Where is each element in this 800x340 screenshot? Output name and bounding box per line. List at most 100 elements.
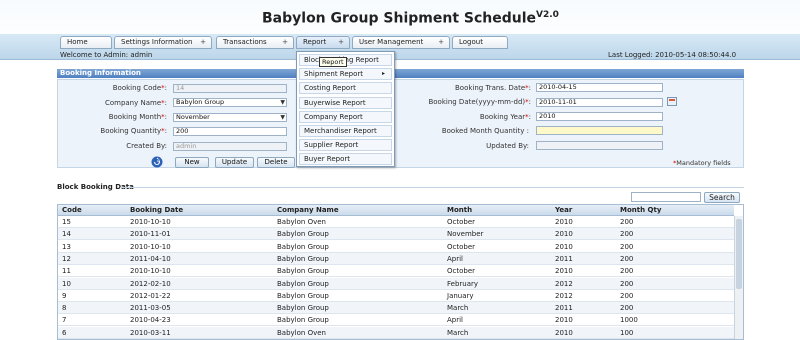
- label-colon: :: [528, 84, 531, 92]
- report-tooltip: Report: [319, 57, 347, 67]
- table-row[interactable]: 9 2012-01-22 Babylon Group January 2012 200: [58, 290, 734, 302]
- scrollbar-thumb[interactable]: [736, 219, 742, 289]
- plus-icon: +: [282, 38, 288, 46]
- search-input[interactable]: [631, 192, 701, 202]
- booking-year-field[interactable]: 2010: [536, 112, 663, 121]
- booking-month-select[interactable]: November ▼: [173, 113, 287, 122]
- report-menu-item-label: Merchandiser Report: [304, 127, 377, 135]
- tab-transactions[interactable]: Transactions +: [216, 36, 294, 49]
- table-cell: 2010-04-23: [130, 316, 171, 325]
- tab-home[interactable]: Home: [60, 36, 112, 49]
- table-cell: 2010-10-10: [130, 242, 171, 251]
- tab-logout-label: Logout: [459, 38, 483, 46]
- grid-header: Code Booking Date Company Name Month Yea…: [58, 205, 734, 216]
- col-year[interactable]: Year: [555, 205, 572, 216]
- table-cell: 200: [620, 291, 634, 300]
- table-cell: 2010: [555, 267, 573, 276]
- booking-quantity-field[interactable]: 200: [173, 127, 287, 136]
- table-cell: 2012-01-22: [130, 291, 171, 300]
- report-menu-item[interactable]: Buyer Report: [299, 153, 392, 166]
- booked-month-qty-label: Booked Month Quantity :: [441, 127, 529, 135]
- table-row[interactable]: 14 2010-11-01 Babylon Group November 2010 200: [58, 228, 734, 241]
- label-colon: :: [528, 98, 531, 106]
- label-colon: :: [164, 127, 167, 135]
- grid-title-divider: [120, 187, 744, 188]
- col-month-qty[interactable]: Month Qty: [620, 205, 661, 216]
- grid-scrollbar[interactable]: [734, 216, 743, 339]
- report-menu: Block Booking ReportShipment Report▸Cost…: [296, 51, 395, 167]
- table-cell: 13: [62, 242, 71, 251]
- trans-date-label-text: Booking Trans. Date: [454, 84, 526, 92]
- tab-settings-information[interactable]: Settings Information +: [114, 36, 212, 49]
- table-cell: 8: [62, 304, 67, 313]
- tab-report[interactable]: Report +: [296, 36, 350, 49]
- company-name-value: Babylon Group: [176, 98, 225, 106]
- last-logged-text: Last Logged: 2010-05-14 08:50:44.0: [608, 51, 737, 59]
- report-menu-item-label: Supplier Report: [304, 141, 359, 150]
- calendar-icon[interactable]: [667, 97, 677, 106]
- table-row[interactable]: 15 2010-10-10 Babylon Oven October 2010 200: [58, 216, 734, 229]
- report-menu-item-label: Company Report: [304, 112, 363, 121]
- report-menu-item[interactable]: Supplier Report: [299, 139, 392, 152]
- plus-icon: +: [200, 38, 206, 46]
- table-cell: 12: [62, 254, 71, 263]
- report-menu-item-label: Costing Report: [304, 84, 356, 93]
- table-cell: 2010-03-11: [130, 328, 171, 337]
- updated-by-field: [536, 141, 663, 150]
- booking-quantity-label: Booking Quantity*:: [70, 127, 167, 135]
- table-row[interactable]: 11 2010-10-10 Babylon Group October 2010 200: [58, 265, 734, 278]
- table-cell: 15: [62, 218, 71, 226]
- table-cell: 200: [620, 218, 634, 226]
- tab-logout[interactable]: Logout: [452, 36, 508, 49]
- booking-code-label-text: Booking Code: [112, 84, 162, 92]
- chevron-right-icon: ▸: [381, 70, 385, 78]
- table-cell: April: [447, 254, 463, 263]
- table-cell: Babylon Group: [277, 230, 329, 239]
- table-cell: February: [447, 279, 479, 288]
- booking-month-value: November: [176, 113, 210, 121]
- booking-code-field[interactable]: 14: [173, 84, 287, 93]
- table-cell: 14: [62, 230, 71, 239]
- table-row[interactable]: 7 2010-04-23 Babylon Group April 2010 1000: [58, 314, 734, 327]
- table-row[interactable]: 12 2011-04-10 Babylon Group April 2011 200: [58, 252, 734, 265]
- table-cell: Babylon Group: [277, 254, 329, 263]
- update-button[interactable]: Update: [215, 157, 254, 168]
- report-menu-item[interactable]: Buyerwise Report: [299, 96, 392, 109]
- tab-settings-label: Settings Information: [121, 38, 193, 46]
- table-cell: Babylon Oven: [277, 328, 326, 337]
- table-cell: 2010: [555, 242, 573, 251]
- booking-month-label-text: Booking Month: [108, 113, 162, 121]
- tab-user-management[interactable]: User Management +: [352, 36, 450, 49]
- booking-year-label: Booking Year*:: [400, 113, 531, 121]
- table-row[interactable]: 6 2010-03-11 Babylon Oven March 2010 100: [58, 326, 734, 339]
- report-menu-item[interactable]: Shipment Report ▸: [299, 68, 392, 81]
- table-row[interactable]: 8 2011-03-05 Babylon Group March 2011 200: [58, 302, 734, 315]
- report-menu-item[interactable]: Merchandiser Report: [299, 125, 392, 137]
- new-button[interactable]: New: [175, 157, 209, 168]
- booking-date-field[interactable]: 2010-11-01: [536, 98, 663, 107]
- table-cell: 200: [620, 267, 634, 276]
- app-title-text: Babylon Group Shipment Schedule: [262, 10, 537, 27]
- col-company-name[interactable]: Company Name: [277, 205, 339, 216]
- search-button[interactable]: Search: [704, 192, 740, 203]
- col-code[interactable]: Code: [62, 205, 82, 216]
- report-menu-item[interactable]: Costing Report: [299, 82, 392, 95]
- table-cell: 1000: [620, 316, 638, 325]
- table-cell: 6: [62, 328, 67, 337]
- table-cell: Babylon Group: [277, 291, 329, 300]
- refresh-icon[interactable]: [148, 155, 166, 169]
- table-cell: 2011: [555, 304, 573, 313]
- table-cell: January: [447, 291, 474, 300]
- table-cell: October: [447, 242, 476, 251]
- table-row[interactable]: 10 2012-02-10 Babylon Group February 2012 200: [58, 277, 734, 290]
- booking-quantity-label-text: Booking Quantity: [100, 127, 162, 135]
- table-row[interactable]: 13 2010-10-10 Babylon Group October 2010 200: [58, 241, 734, 253]
- company-name-select[interactable]: Babylon Group ▼: [173, 98, 287, 107]
- col-booking-date[interactable]: Booking Date: [130, 205, 183, 216]
- booking-date-label-text: Booking Date(yyyy-mm-dd): [428, 98, 526, 106]
- table-cell: 2010: [555, 218, 573, 226]
- col-month[interactable]: Month: [447, 205, 472, 216]
- trans-date-field[interactable]: 2010-04-15: [536, 83, 663, 92]
- report-menu-item[interactable]: Company Report: [299, 110, 392, 123]
- delete-button[interactable]: Delete: [257, 157, 295, 168]
